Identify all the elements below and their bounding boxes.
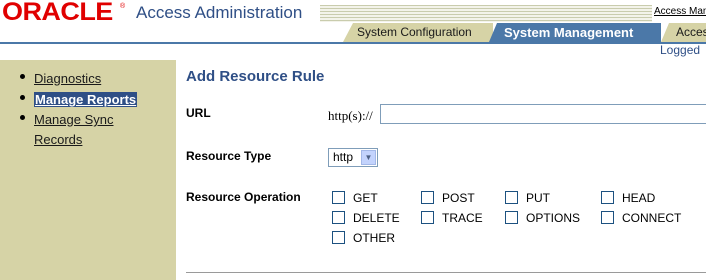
tab-access[interactable]: Access: [661, 23, 706, 42]
operation-delete[interactable]: DELETE: [332, 211, 400, 227]
operation-label: PUT: [526, 191, 550, 205]
url-prefix: http(s)://: [328, 108, 373, 123]
operation-label: POST: [442, 191, 475, 205]
operation-post[interactable]: POST: [421, 191, 475, 207]
chevron-down-icon[interactable]: ▼: [361, 150, 376, 165]
app-title: Access Administration: [136, 3, 303, 22]
resource-type-select[interactable]: http ▼: [328, 148, 378, 167]
resource-type-label: Resource Type: [186, 149, 272, 163]
sidebar-item-label[interactable]: Diagnostics: [34, 71, 101, 86]
sidebar-item-label[interactable]: Manage Reports: [34, 92, 138, 107]
operation-label: OTHER: [353, 231, 395, 245]
operation-label: GET: [353, 191, 378, 205]
operation-label: TRACE: [442, 211, 483, 225]
tab-label: Access: [676, 25, 706, 39]
tab-underline-bar: [0, 42, 706, 44]
sidebar-item-manage-reports[interactable]: Manage Reports: [20, 90, 138, 110]
bullet-icon: [20, 115, 25, 120]
operation-label: DELETE: [353, 211, 400, 225]
tab-system-configuration[interactable]: System Configuration: [343, 23, 493, 42]
sidebar-item-label[interactable]: Manage Sync: [34, 112, 114, 127]
registered-mark-icon: ®: [120, 3, 126, 10]
resource-type-value: http: [333, 150, 354, 164]
checkbox[interactable]: [505, 191, 518, 205]
operation-get[interactable]: GET: [332, 191, 378, 207]
bullet-icon: [20, 95, 25, 100]
oracle-logo: ORACLE: [2, 0, 113, 25]
operation-label: HEAD: [622, 191, 656, 205]
tab-system-management[interactable]: System Management: [489, 23, 661, 42]
checkbox[interactable]: [421, 211, 434, 225]
bullet-icon: [20, 74, 25, 79]
logged-in-status: Logged: [660, 43, 701, 57]
operation-trace[interactable]: TRACE: [421, 211, 483, 227]
sidebar: Diagnostics Manage Reports Manage Sync R…: [0, 60, 176, 280]
operation-label: CONNECT: [622, 211, 682, 225]
operation-head[interactable]: HEAD: [601, 191, 655, 207]
checkbox[interactable]: [332, 231, 345, 245]
url-input[interactable]: [380, 104, 706, 124]
checkbox[interactable]: [601, 211, 614, 225]
checkbox[interactable]: [421, 191, 434, 205]
checkbox[interactable]: [332, 211, 345, 225]
sidebar-item-label[interactable]: Records: [34, 132, 82, 147]
url-label: URL: [186, 106, 211, 120]
tab-label: System Management: [504, 25, 634, 40]
operation-label: OPTIONS: [526, 211, 581, 225]
operation-other[interactable]: OTHER: [332, 231, 395, 247]
operation-options[interactable]: OPTIONS: [505, 211, 580, 227]
header: ORACLE ® Access Administration Access Ma…: [0, 0, 706, 60]
resource-operation-label: Resource Operation: [186, 190, 301, 204]
logo-text: ORACLE: [2, 0, 113, 26]
checkbox[interactable]: [601, 191, 614, 205]
checkbox[interactable]: [505, 211, 518, 225]
access-manager-link[interactable]: Access Manager: [654, 6, 706, 17]
operation-connect[interactable]: CONNECT: [601, 211, 681, 227]
sidebar-item-diagnostics[interactable]: Diagnostics: [20, 69, 101, 89]
sidebar-item-records[interactable]: Records: [34, 130, 82, 150]
page-title: Add Resource Rule: [186, 68, 325, 85]
operation-put[interactable]: PUT: [505, 191, 550, 207]
main-content: Add Resource Rule URL http(s):// Resourc…: [176, 60, 706, 280]
checkbox[interactable]: [332, 191, 345, 205]
tab-label: System Configuration: [357, 25, 472, 39]
section-divider: [186, 272, 706, 273]
header-stripes: [320, 5, 652, 22]
sidebar-item-manage-sync[interactable]: Manage Sync: [20, 110, 114, 130]
